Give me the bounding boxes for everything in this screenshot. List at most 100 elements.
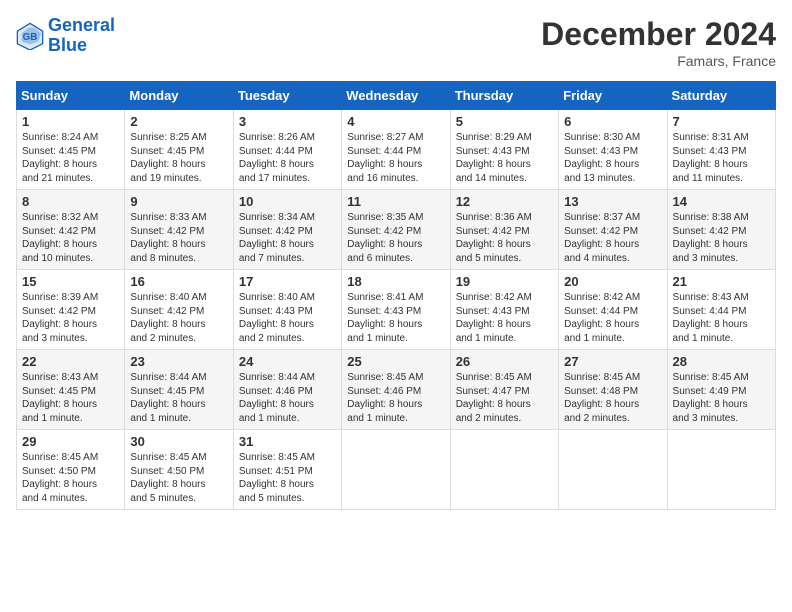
- day-number: 7: [673, 114, 770, 129]
- day-number: 20: [564, 274, 661, 289]
- cell-info: Sunrise: 8:42 AM Sunset: 4:44 PM Dayligh…: [564, 292, 640, 344]
- cell-info: Sunrise: 8:24 AM Sunset: 4:45 PM Dayligh…: [22, 132, 98, 184]
- cell-info: Sunrise: 8:45 AM Sunset: 4:49 PM Dayligh…: [673, 372, 749, 424]
- day-number: 26: [456, 354, 553, 369]
- cell-info: Sunrise: 8:39 AM Sunset: 4:42 PM Dayligh…: [22, 292, 98, 344]
- week-row-2: 8 Sunrise: 8:32 AM Sunset: 4:42 PM Daylig…: [17, 190, 776, 270]
- day-number: 25: [347, 354, 444, 369]
- location: Famars, France: [541, 53, 776, 69]
- calendar-cell: 3 Sunrise: 8:26 AM Sunset: 4:44 PM Daylig…: [233, 110, 341, 190]
- day-number: 17: [239, 274, 336, 289]
- calendar-cell: [667, 430, 775, 510]
- day-header-wednesday: Wednesday: [342, 82, 450, 110]
- day-number: 22: [22, 354, 119, 369]
- calendar-cell: 10Sunrise: 8:34 AM Sunset: 4:42 PM Dayli…: [233, 190, 341, 270]
- cell-info: Sunrise: 8:25 AM Sunset: 4:45 PM Dayligh…: [130, 132, 206, 184]
- cell-info: Sunrise: 8:42 AM Sunset: 4:43 PM Dayligh…: [456, 292, 532, 344]
- calendar-cell: 28 Sunrise: 8:45 AM Sunset: 4:49 PM Dayli…: [667, 350, 775, 430]
- calendar-cell: 12Sunrise: 8:36 AM Sunset: 4:42 PM Dayli…: [450, 190, 558, 270]
- calendar-cell: 30 Sunrise: 8:45 AM Sunset: 4:50 PM Dayli…: [125, 430, 233, 510]
- month-title: December 2024: [541, 16, 776, 53]
- cell-info: Sunrise: 8:26 AM Sunset: 4:44 PM Dayligh…: [239, 132, 315, 184]
- cell-info: Sunrise: 8:45 AM Sunset: 4:46 PM Dayligh…: [347, 372, 423, 424]
- day-header-friday: Friday: [559, 82, 667, 110]
- cell-info: Sunrise: 8:30 AM Sunset: 4:43 PM Dayligh…: [564, 132, 640, 184]
- calendar-table: SundayMondayTuesdayWednesdayThursdayFrid…: [16, 81, 776, 510]
- day-number: 4: [347, 114, 444, 129]
- calendar-cell: 29 Sunrise: 8:45 AM Sunset: 4:50 PM Dayli…: [17, 430, 125, 510]
- day-number: 1: [22, 114, 119, 129]
- day-number: 8: [22, 194, 119, 209]
- day-number: 18: [347, 274, 444, 289]
- cell-info: Sunrise: 8:33 AM Sunset: 4:42 PM Dayligh…: [130, 212, 206, 264]
- cell-info: Sunrise: 8:29 AM Sunset: 4:43 PM Dayligh…: [456, 132, 532, 184]
- calendar-cell: 23 Sunrise: 8:44 AM Sunset: 4:45 PM Dayli…: [125, 350, 233, 430]
- cell-info: Sunrise: 8:45 AM Sunset: 4:50 PM Dayligh…: [22, 452, 98, 504]
- calendar-cell: 5 Sunrise: 8:29 AM Sunset: 4:43 PM Daylig…: [450, 110, 558, 190]
- day-number: 28: [673, 354, 770, 369]
- day-number: 24: [239, 354, 336, 369]
- cell-info: Sunrise: 8:43 AM Sunset: 4:44 PM Dayligh…: [673, 292, 749, 344]
- cell-info: Sunrise: 8:45 AM Sunset: 4:51 PM Dayligh…: [239, 452, 315, 504]
- calendar-cell: 14Sunrise: 8:38 AM Sunset: 4:42 PM Dayli…: [667, 190, 775, 270]
- day-header-sunday: Sunday: [17, 82, 125, 110]
- day-number: 13: [564, 194, 661, 209]
- calendar-cell: 26 Sunrise: 8:45 AM Sunset: 4:47 PM Dayli…: [450, 350, 558, 430]
- calendar-cell: 25 Sunrise: 8:45 AM Sunset: 4:46 PM Dayli…: [342, 350, 450, 430]
- calendar-cell: 16Sunrise: 8:40 AM Sunset: 4:42 PM Dayli…: [125, 270, 233, 350]
- day-number: 3: [239, 114, 336, 129]
- day-number: 23: [130, 354, 227, 369]
- cell-info: Sunrise: 8:40 AM Sunset: 4:43 PM Dayligh…: [239, 292, 315, 344]
- day-header-tuesday: Tuesday: [233, 82, 341, 110]
- week-row-5: 29 Sunrise: 8:45 AM Sunset: 4:50 PM Dayli…: [17, 430, 776, 510]
- day-header-thursday: Thursday: [450, 82, 558, 110]
- cell-info: Sunrise: 8:32 AM Sunset: 4:42 PM Dayligh…: [22, 212, 98, 264]
- calendar-cell: 11Sunrise: 8:35 AM Sunset: 4:42 PM Dayli…: [342, 190, 450, 270]
- calendar-cell: [450, 430, 558, 510]
- calendar-cell: 8 Sunrise: 8:32 AM Sunset: 4:42 PM Daylig…: [17, 190, 125, 270]
- calendar-cell: [342, 430, 450, 510]
- week-row-3: 15Sunrise: 8:39 AM Sunset: 4:42 PM Dayli…: [17, 270, 776, 350]
- day-header-monday: Monday: [125, 82, 233, 110]
- calendar-cell: 17 Sunrise: 8:40 AM Sunset: 4:43 PM Dayli…: [233, 270, 341, 350]
- cell-info: Sunrise: 8:45 AM Sunset: 4:50 PM Dayligh…: [130, 452, 206, 504]
- week-row-1: 1 Sunrise: 8:24 AM Sunset: 4:45 PM Daylig…: [17, 110, 776, 190]
- page-header: GB General Blue December 2024 Famars, Fr…: [16, 16, 776, 69]
- calendar-cell: 24 Sunrise: 8:44 AM Sunset: 4:46 PM Dayli…: [233, 350, 341, 430]
- day-number: 31: [239, 434, 336, 449]
- calendar-cell: 6 Sunrise: 8:30 AM Sunset: 4:43 PM Daylig…: [559, 110, 667, 190]
- calendar-cell: 9 Sunrise: 8:33 AM Sunset: 4:42 PM Daylig…: [125, 190, 233, 270]
- cell-info: Sunrise: 8:40 AM Sunset: 4:42 PM Dayligh…: [130, 292, 206, 344]
- title-area: December 2024 Famars, France: [541, 16, 776, 69]
- cell-info: Sunrise: 8:44 AM Sunset: 4:45 PM Dayligh…: [130, 372, 206, 424]
- logo: GB General Blue: [16, 16, 115, 56]
- cell-info: Sunrise: 8:45 AM Sunset: 4:47 PM Dayligh…: [456, 372, 532, 424]
- day-number: 9: [130, 194, 227, 209]
- calendar-cell: 21 Sunrise: 8:43 AM Sunset: 4:44 PM Dayli…: [667, 270, 775, 350]
- day-number: 6: [564, 114, 661, 129]
- day-number: 10: [239, 194, 336, 209]
- cell-info: Sunrise: 8:37 AM Sunset: 4:42 PM Dayligh…: [564, 212, 640, 264]
- calendar-cell: 31 Sunrise: 8:45 AM Sunset: 4:51 PM Dayli…: [233, 430, 341, 510]
- cell-info: Sunrise: 8:44 AM Sunset: 4:46 PM Dayligh…: [239, 372, 315, 424]
- day-number: 11: [347, 194, 444, 209]
- cell-info: Sunrise: 8:36 AM Sunset: 4:42 PM Dayligh…: [456, 212, 532, 264]
- calendar-cell: 1 Sunrise: 8:24 AM Sunset: 4:45 PM Daylig…: [17, 110, 125, 190]
- day-number: 14: [673, 194, 770, 209]
- logo-icon: GB: [16, 22, 44, 50]
- svg-text:GB: GB: [23, 32, 38, 43]
- calendar-cell: [559, 430, 667, 510]
- calendar-cell: 20 Sunrise: 8:42 AM Sunset: 4:44 PM Dayli…: [559, 270, 667, 350]
- day-number: 21: [673, 274, 770, 289]
- calendar-cell: 22Sunrise: 8:43 AM Sunset: 4:45 PM Dayli…: [17, 350, 125, 430]
- day-number: 2: [130, 114, 227, 129]
- day-number: 27: [564, 354, 661, 369]
- day-number: 5: [456, 114, 553, 129]
- logo-text: General Blue: [48, 16, 115, 56]
- day-number: 29: [22, 434, 119, 449]
- calendar-cell: 2 Sunrise: 8:25 AM Sunset: 4:45 PM Daylig…: [125, 110, 233, 190]
- days-header-row: SundayMondayTuesdayWednesdayThursdayFrid…: [17, 82, 776, 110]
- calendar-cell: 7Sunrise: 8:31 AM Sunset: 4:43 PM Daylig…: [667, 110, 775, 190]
- day-number: 30: [130, 434, 227, 449]
- day-header-saturday: Saturday: [667, 82, 775, 110]
